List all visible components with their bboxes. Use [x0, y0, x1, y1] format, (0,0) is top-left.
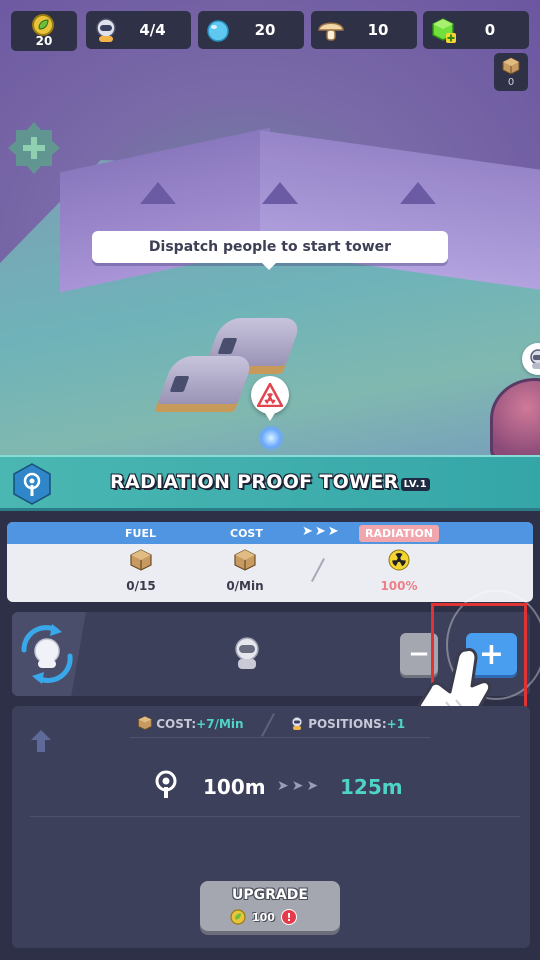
crate-amount: 0 — [507, 77, 515, 88]
cost-crate-small-icon — [138, 716, 152, 730]
upgrade-cost-row: 100 ! — [230, 907, 320, 927]
food-counter[interactable]: 10 — [311, 11, 417, 49]
wall-spike — [262, 182, 298, 204]
tooltip-text: Dispatch people to start tower — [148, 239, 392, 255]
fuel-label: FUEL — [125, 527, 156, 540]
upgrade-button-label: UPGRADE — [232, 887, 308, 903]
wall-spike — [400, 182, 436, 204]
stats-header — [7, 522, 533, 544]
astronaut-icon — [92, 16, 120, 44]
upgrade-leaf-coin-icon — [230, 909, 246, 925]
bonus-positions-value: +1 — [386, 717, 406, 731]
worker-slot-icon[interactable] — [230, 636, 264, 670]
tower-range-icon — [152, 770, 180, 800]
green-gem-plus-icon — [429, 16, 457, 44]
stats-divider — [311, 558, 325, 582]
population-counter[interactable]: 4/4 — [86, 11, 191, 49]
fuel-value: 0/15 — [126, 579, 156, 593]
gem-amount: 0 — [484, 21, 496, 39]
bonus-positions-label: POSITIONS: — [308, 717, 387, 731]
population-amount: 4/4 — [139, 21, 166, 39]
expand-plus-icon[interactable] — [6, 120, 62, 176]
range-arrows: ➤➤➤ — [277, 778, 322, 794]
mushroom-icon — [317, 16, 345, 44]
upgrade-arrow-icon — [30, 728, 52, 754]
wall-spike — [140, 182, 176, 204]
radiation-marker-icon[interactable] — [251, 376, 289, 421]
fuel-crate-icon — [130, 549, 152, 571]
leaf-amount: 20 — [35, 34, 53, 48]
radiation-hazard-icon — [388, 549, 410, 571]
food-amount: 10 — [367, 21, 389, 39]
swap-worker-icon[interactable] — [16, 624, 78, 684]
crate-counter[interactable]: 0 — [494, 53, 528, 91]
stats-arrows: ➤➤➤ — [302, 524, 341, 539]
positions-astronaut-icon — [291, 716, 303, 730]
dispatch-tooltip: Dispatch people to start tower — [92, 231, 448, 270]
tower-level-badge: LV.1 — [400, 478, 430, 491]
leaf-currency[interactable]: 20 — [11, 11, 77, 51]
water-counter[interactable]: 20 — [198, 11, 304, 49]
water-drop-icon — [204, 16, 232, 44]
panel-title: RADIATION PROOF TOWER LV.1 — [0, 471, 540, 493]
bonus-cost-value: +7/Min — [196, 717, 244, 731]
radiation-label: RADIATION — [359, 525, 439, 542]
range-current: 100m — [203, 775, 266, 799]
radiation-value: 100% — [380, 579, 418, 593]
upgrade-button[interactable]: UPGRADE 100 ! — [200, 881, 340, 931]
water-amount: 20 — [254, 21, 276, 39]
cost-crate-icon — [234, 549, 256, 571]
tower-site-glow — [258, 425, 284, 451]
gem-counter[interactable]: 0 — [423, 11, 529, 49]
cost-label: COST — [230, 527, 263, 540]
tower-name: RADIATION PROOF TOWER — [110, 471, 399, 493]
range-next: 125m — [340, 775, 403, 799]
radiation-label-text: RADIATION — [364, 527, 434, 540]
upgrade-positions-bonus: POSITIONS:+1 — [290, 716, 405, 731]
upgrade-cost-bonus: COST:+7/Min — [138, 716, 244, 731]
bonus-cost-label: COST: — [156, 717, 197, 731]
upgrade-cost-value: 100 — [252, 910, 275, 924]
cost-value: 0/Min — [226, 579, 264, 593]
crate-icon — [502, 57, 520, 75]
tower-stats-card: FUEL COST ➤➤➤ RADIATION 0/15 0/Min 100% — [7, 522, 533, 602]
range-row — [30, 755, 520, 817]
insufficient-funds-alert-icon: ! — [280, 909, 297, 925]
